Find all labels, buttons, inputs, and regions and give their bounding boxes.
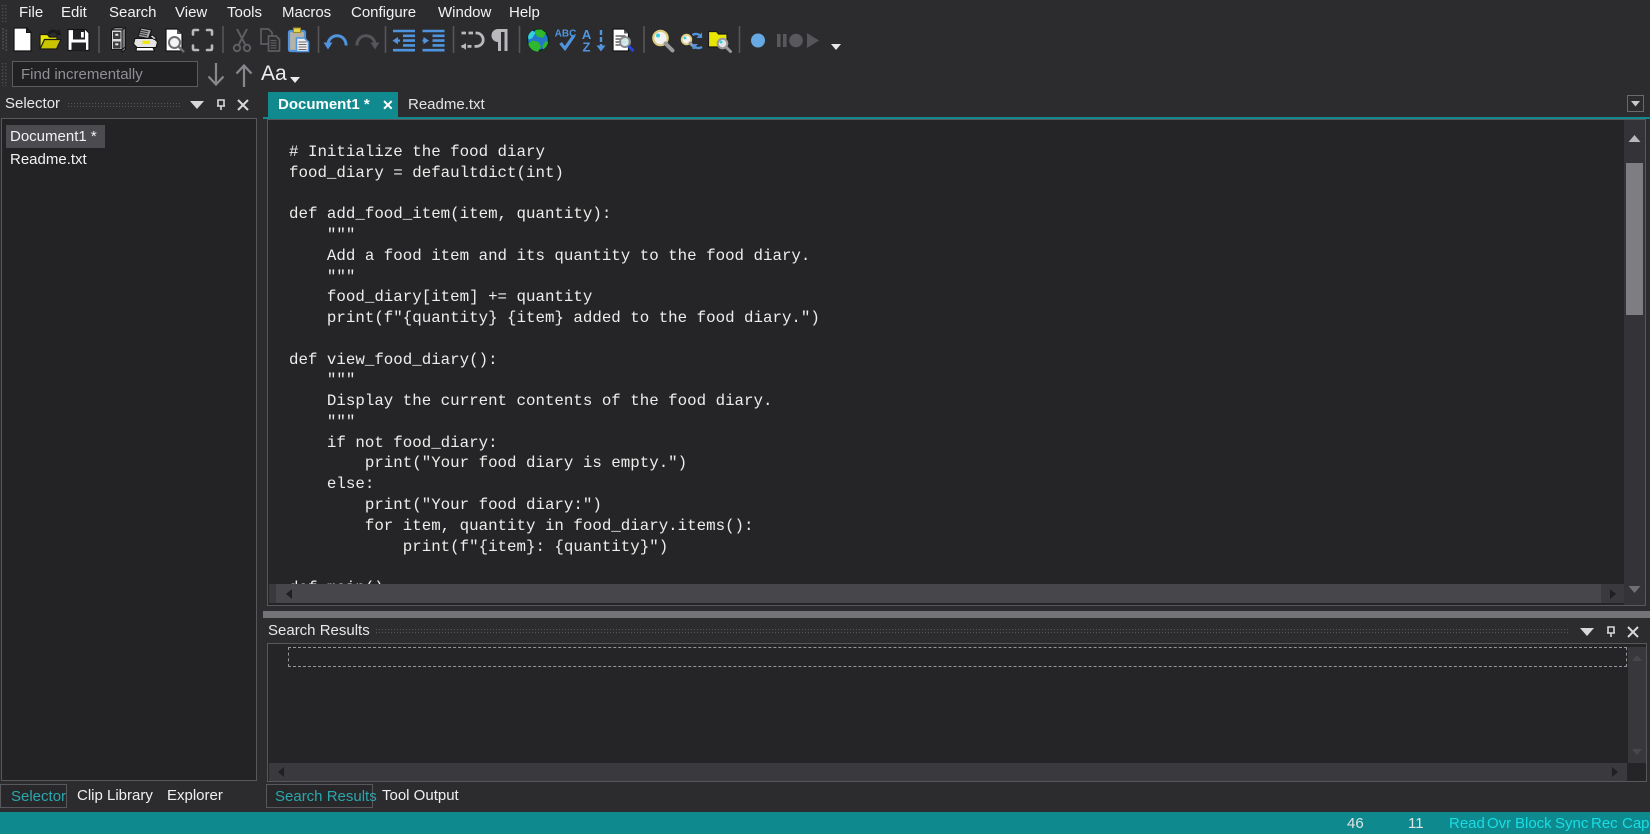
svg-text:Z: Z bbox=[583, 40, 591, 55]
